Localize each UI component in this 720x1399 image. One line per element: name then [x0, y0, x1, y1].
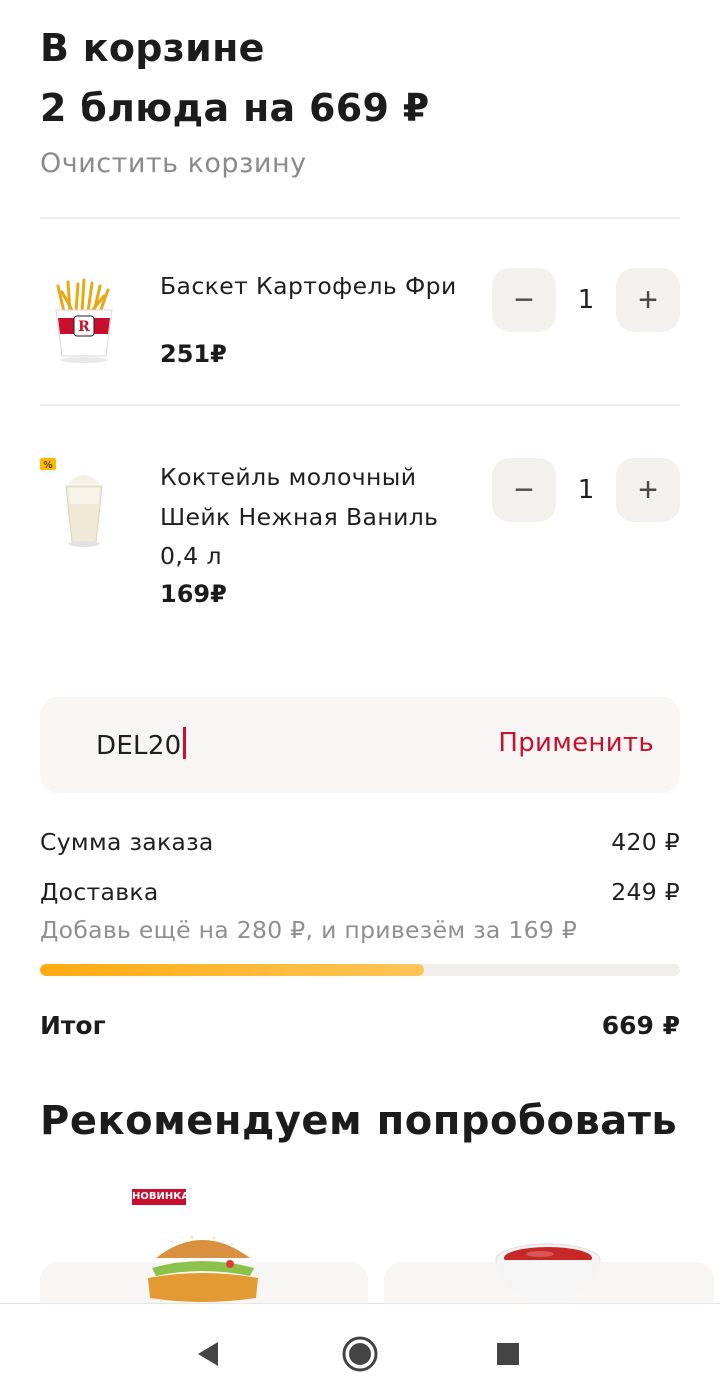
item-price: 169₽	[160, 580, 227, 608]
clear-cart-link[interactable]: Очистить корзину	[40, 148, 307, 179]
cart-summary-title: 2 блюда на 669 ₽	[40, 86, 430, 130]
quantity-value: 1	[577, 285, 595, 315]
delivery-hint: Добавь ещё на 280 ₽, и привезём за 169 ₽	[40, 916, 578, 944]
fries-basket-icon: R	[55, 278, 113, 363]
total-row: Итог 669 ₽	[40, 1011, 680, 1040]
recommendations-title: Рекомендуем попробовать	[40, 1098, 678, 1144]
quantity-stepper: − 1 +	[492, 458, 680, 522]
order-sum-label: Сумма заказа	[40, 828, 214, 856]
cart-item: R Баскет Картофель Фри 251₽ − 1 +	[40, 260, 680, 380]
delivery-label: Доставка	[40, 878, 159, 906]
promo-code-box: DEL20 Применить	[40, 697, 680, 793]
cart-item: % Коктейль молочный Шейк Нежная Ваниль 0…	[40, 450, 680, 620]
new-badge: НОВИНКА	[132, 1189, 189, 1205]
order-sum-row: Сумма заказа 420 ₽	[40, 828, 680, 856]
increase-quantity-button[interactable]: +	[616, 458, 680, 522]
apply-promo-button[interactable]: Применить	[498, 728, 654, 758]
quantity-value: 1	[577, 475, 595, 505]
delivery-progress-fill	[40, 964, 424, 976]
divider	[40, 404, 680, 406]
text-caret	[182, 727, 186, 759]
system-navigation-bar	[0, 1303, 720, 1399]
promo-code-value: DEL20	[96, 731, 182, 761]
order-sum-value: 420 ₽	[611, 828, 680, 856]
item-price: 251₽	[160, 340, 227, 368]
chicken-burger-icon	[148, 1235, 258, 1302]
item-name: Коктейль молочный Шейк Нежная Ваниль	[160, 463, 439, 531]
svg-text:R: R	[78, 319, 90, 335]
cart-header: В корзине 2 блюда на 669 ₽	[40, 18, 429, 138]
delivery-value: 249 ₽	[611, 878, 680, 906]
total-label: Итог	[40, 1011, 106, 1040]
recents-square-icon[interactable]	[486, 1332, 530, 1376]
ketchup-sauce-icon	[495, 1243, 601, 1302]
item-volume: 0,4 л	[160, 542, 222, 570]
quantity-stepper: − 1 +	[492, 268, 680, 332]
cart-screen: В корзине 2 блюда на 669 ₽ Очистить корз…	[0, 0, 720, 1399]
milkshake-icon	[65, 475, 103, 547]
total-value: 669 ₽	[601, 1011, 680, 1040]
back-triangle-icon[interactable]	[186, 1332, 230, 1376]
decrease-quantity-button[interactable]: −	[492, 458, 556, 522]
delivery-progress-bar	[40, 964, 680, 976]
increase-quantity-button[interactable]: +	[616, 268, 680, 332]
page-title: В корзине	[40, 26, 265, 70]
divider	[40, 217, 680, 219]
delivery-row: Доставка 249 ₽	[40, 878, 680, 906]
home-circle-icon[interactable]	[338, 1332, 382, 1376]
decrease-quantity-button[interactable]: −	[492, 268, 556, 332]
promo-code-input[interactable]: DEL20	[96, 727, 186, 761]
item-name: Баскет Картофель Фри	[160, 272, 457, 300]
